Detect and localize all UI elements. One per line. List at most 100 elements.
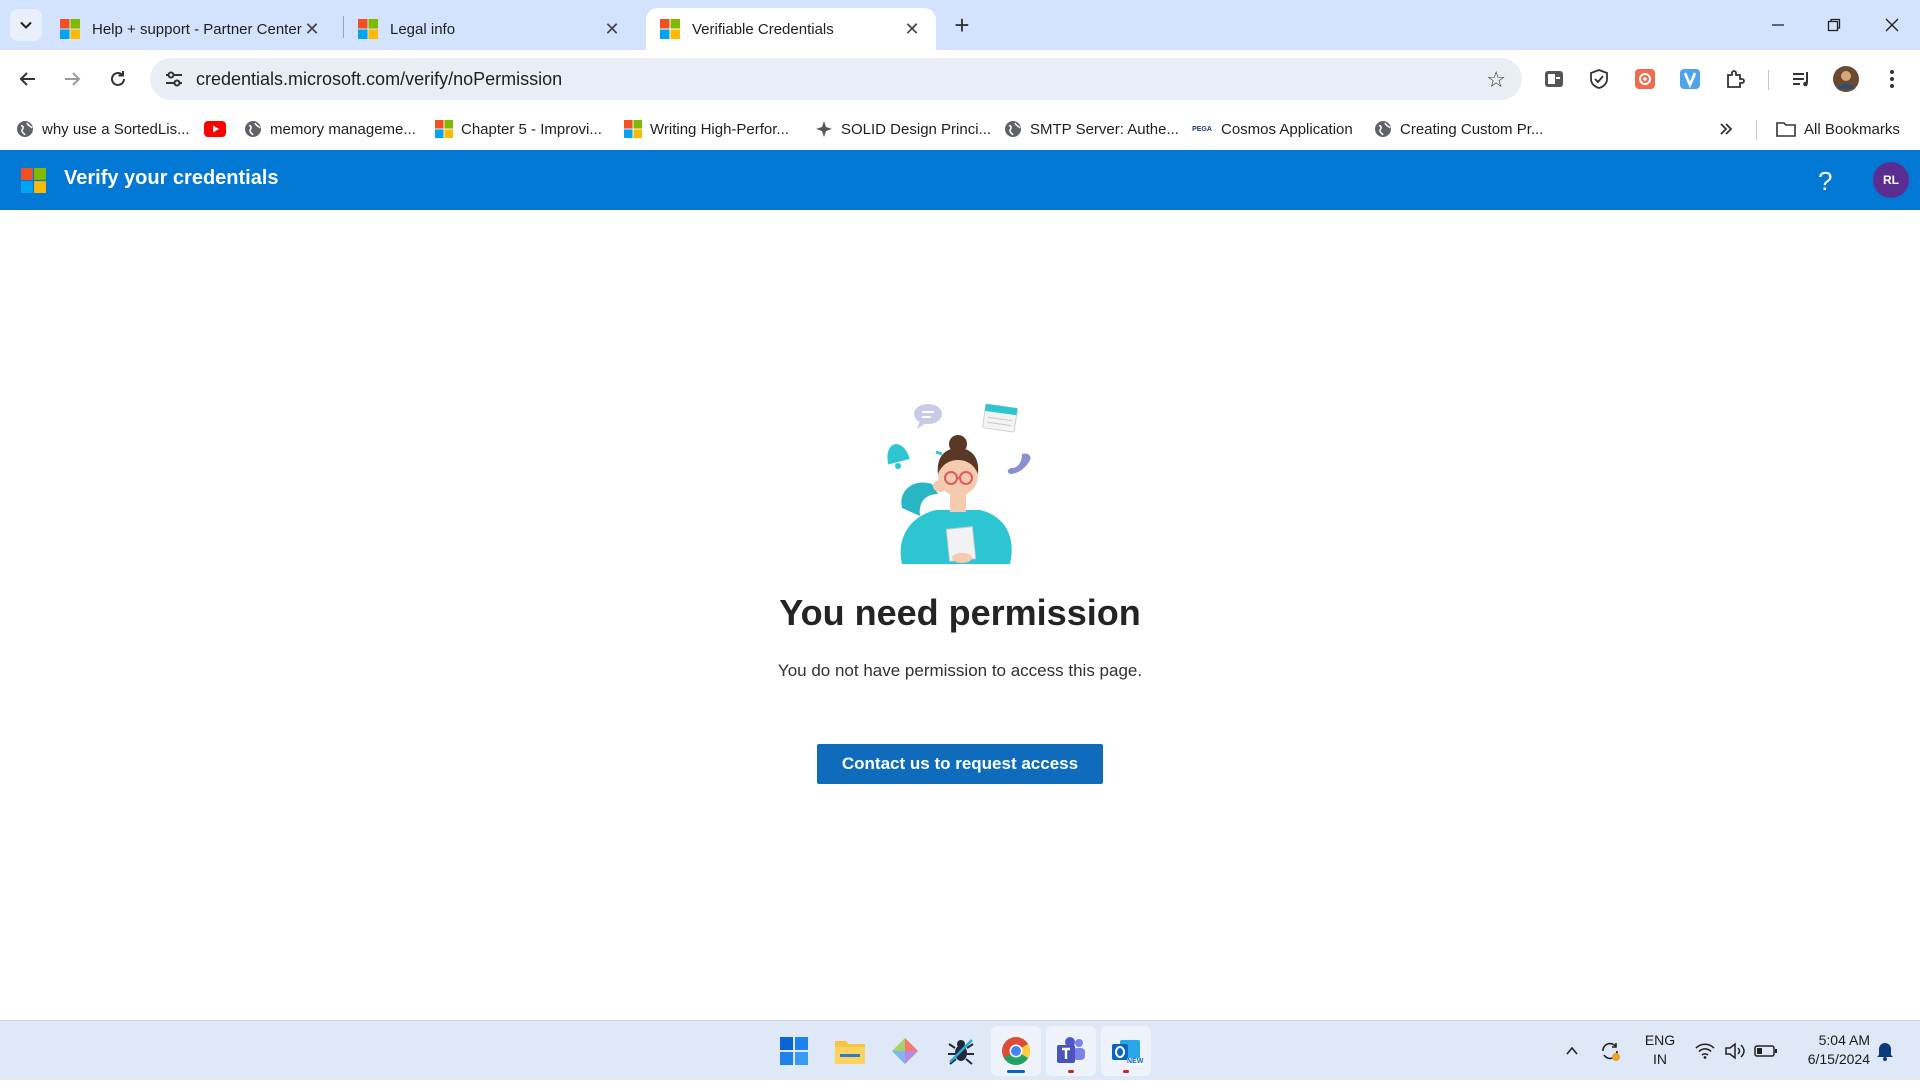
bookmark-label: Creating Custom Pr... [1400, 120, 1544, 138]
reload-icon [111, 71, 125, 86]
back-button[interactable] [12, 63, 44, 95]
url-text[interactable]: credentials.microsoft.com/verify/noPermi… [196, 69, 562, 90]
extension-shield-icon[interactable] [1585, 65, 1613, 93]
debugger-icon [948, 1039, 974, 1065]
microsoft-logo-icon [435, 120, 453, 138]
start-button[interactable] [769, 1026, 819, 1076]
taskbar-debugger[interactable] [936, 1026, 986, 1076]
page-title: You need permission [779, 592, 1141, 633]
forward-button[interactable] [56, 63, 88, 95]
taskbar-teams[interactable] [1046, 1026, 1096, 1076]
taskbar-chrome[interactable] [991, 1026, 1041, 1076]
taskbar-outlook[interactable]: NEW [1101, 1026, 1151, 1076]
all-bookmarks-button[interactable]: All Bookmarks [1776, 114, 1900, 144]
tab-help-support[interactable]: Help + support - Partner Center ✕ [46, 8, 336, 50]
permission-illustration [887, 403, 1031, 564]
reload-button[interactable] [102, 63, 134, 95]
microsoft-logo-icon [624, 120, 642, 138]
volume-tray-button[interactable] [1722, 1021, 1748, 1081]
notifications-button[interactable] [1872, 1021, 1898, 1081]
language-indicator[interactable]: ENG IN [1640, 1031, 1680, 1069]
bookmark-item[interactable]: memory manageme... [244, 114, 416, 144]
bookmark-star-icon[interactable]: ☆ [1486, 67, 1506, 93]
clock-time: 5:04 AM [1818, 1032, 1870, 1048]
extension-orange-icon[interactable] [1631, 65, 1659, 93]
taskbar: NEW ENG IN 5:04 AM 6/15/2024 [0, 1020, 1920, 1080]
extensions-puzzle-icon[interactable] [1721, 65, 1749, 93]
taskbar-file-explorer[interactable] [825, 1026, 875, 1076]
globe-icon [244, 120, 262, 138]
bookmark-item[interactable]: PEGA Cosmos Application [1191, 114, 1353, 144]
teams-icon [1057, 1037, 1085, 1063]
site-settings-icon[interactable] [164, 69, 184, 89]
globe-icon [16, 120, 34, 138]
bookmark-label: Chapter 5 - Improvi... [461, 120, 602, 138]
chrome-icon [1002, 1037, 1030, 1065]
bookmark-item[interactable]: SOLID Design Princi... [815, 114, 991, 144]
app-header: Verify your credentials ? RL [0, 150, 1920, 210]
bookmark-label: Writing High-Perfor... [650, 120, 789, 138]
media-control-icon[interactable] [1787, 65, 1815, 93]
tab-title: Help + support - Partner Center [92, 20, 302, 38]
bookmark-label: why use a SortedLis... [42, 120, 190, 138]
restore-icon [1827, 18, 1841, 32]
arrow-left-icon [19, 72, 35, 86]
tab-verifiable-credentials[interactable]: Verifiable Credentials ✕ [646, 8, 936, 50]
help-icon[interactable]: ? [1818, 166, 1832, 197]
tab-title: Legal info [390, 20, 456, 38]
youtube-icon [204, 120, 226, 138]
bookmark-item[interactable]: Creating Custom Pr... [1374, 114, 1543, 144]
close-icon [1885, 18, 1899, 32]
extension-v-icon[interactable] [1676, 65, 1704, 93]
close-window-button[interactable] [1864, 0, 1920, 50]
close-icon[interactable]: ✕ [602, 19, 622, 39]
user-avatar[interactable]: RL [1873, 162, 1909, 198]
tab-legal-info[interactable]: Legal info ✕ [344, 8, 636, 50]
clock-date: 6/15/2024 [1807, 1051, 1870, 1067]
restore-button[interactable] [1806, 0, 1862, 50]
microsoft-logo-icon [660, 19, 680, 39]
bookmark-item[interactable]: SMTP Server: Authe... [1004, 114, 1179, 144]
notification-bell-icon [1877, 1043, 1893, 1061]
microsoft-logo-icon [358, 19, 378, 39]
close-icon[interactable]: ✕ [302, 19, 322, 39]
app-title: Verify your credentials [64, 167, 279, 189]
chevron-down-icon [20, 21, 32, 29]
minimize-button[interactable] [1750, 0, 1806, 50]
close-icon[interactable]: ✕ [902, 19, 922, 39]
new-tab-button[interactable]: + [948, 10, 976, 40]
file-explorer-icon [835, 1041, 865, 1064]
more-menu-icon[interactable] [1878, 65, 1906, 93]
battery-tray-button[interactable] [1752, 1021, 1780, 1081]
profile-avatar-icon[interactable] [1832, 65, 1860, 93]
show-hidden-icons-button[interactable] [1560, 1021, 1584, 1081]
bookmark-item[interactable]: Writing High-Perfor... [624, 114, 789, 144]
bookmarks-divider [1756, 120, 1757, 140]
bell-icon [887, 444, 910, 469]
taskbar-git[interactable] [880, 1026, 930, 1076]
bookmark-item[interactable]: why use a SortedLis... [16, 114, 190, 144]
folder-icon [1776, 120, 1796, 138]
bookmark-item[interactable] [204, 114, 234, 144]
language-primary: ENG [1644, 1032, 1676, 1048]
active-indicator [1007, 1070, 1025, 1073]
minimize-icon [1772, 24, 1784, 26]
bookmark-label: SOLID Design Princi... [841, 120, 992, 138]
sync-tray-button[interactable] [1596, 1021, 1624, 1081]
outlook-new-badge: NEW [1127, 1058, 1144, 1065]
more-bookmarks-button[interactable] [1718, 114, 1734, 144]
microsoft-logo-icon [60, 19, 80, 39]
address-bar[interactable]: credentials.microsoft.com/verify/noPermi… [150, 58, 1522, 100]
extension-reader-icon[interactable] [1540, 65, 1568, 93]
tab-search-button[interactable] [10, 9, 42, 41]
wifi-tray-button[interactable] [1692, 1021, 1718, 1081]
bookmark-item[interactable]: Chapter 5 - Improvi... [435, 114, 602, 144]
request-access-button[interactable]: Contact us to request access [817, 744, 1103, 784]
calendar-icon [982, 403, 1018, 433]
tab-strip: Help + support - Partner Center ✕ Legal … [0, 0, 1920, 50]
system-clock[interactable]: 5:04 AM 6/15/2024 [1790, 1031, 1870, 1069]
tab-title: Verifiable Credentials [692, 20, 834, 38]
battery-icon [1754, 1045, 1777, 1057]
start-icon [780, 1037, 808, 1065]
chevron-up-icon [1566, 1046, 1578, 1055]
